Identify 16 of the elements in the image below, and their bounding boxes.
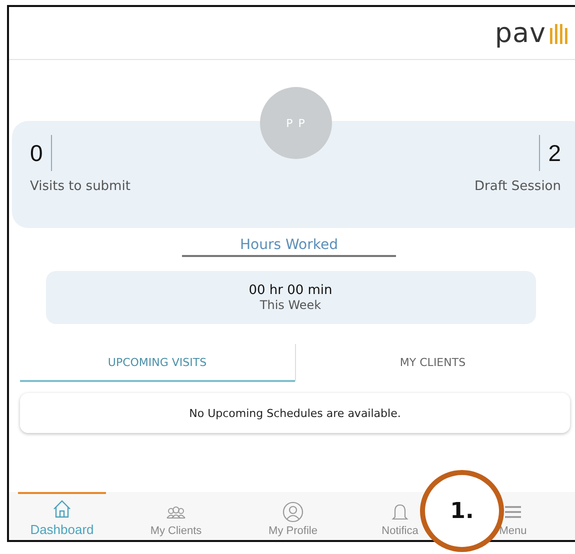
callout-number: 1.: [450, 498, 474, 524]
nav-item[interactable]: Notifica: [382, 492, 418, 540]
stat-label: Draft Session: [474, 179, 561, 194]
nav-item[interactable]: Dashboard: [18, 492, 106, 540]
nav-item[interactable]: My Profile: [268, 492, 318, 540]
hours-card: 00 hr 00 min This Week: [46, 271, 536, 324]
hours-worked-title: Hours Worked: [182, 237, 396, 257]
logo-text: pav: [494, 18, 546, 48]
nav-item[interactable]: My Clients: [150, 492, 202, 540]
profile-icon: [282, 501, 304, 523]
empty-message: No Upcoming Schedules are available.: [189, 406, 401, 420]
nav-item[interactable]: Menu: [499, 492, 527, 540]
stat-label: Visits to submit: [30, 179, 130, 194]
stat-value: 2: [548, 139, 561, 168]
stat-value: 0: [30, 139, 43, 168]
tab[interactable]: MY CLIENTS: [294, 344, 570, 382]
